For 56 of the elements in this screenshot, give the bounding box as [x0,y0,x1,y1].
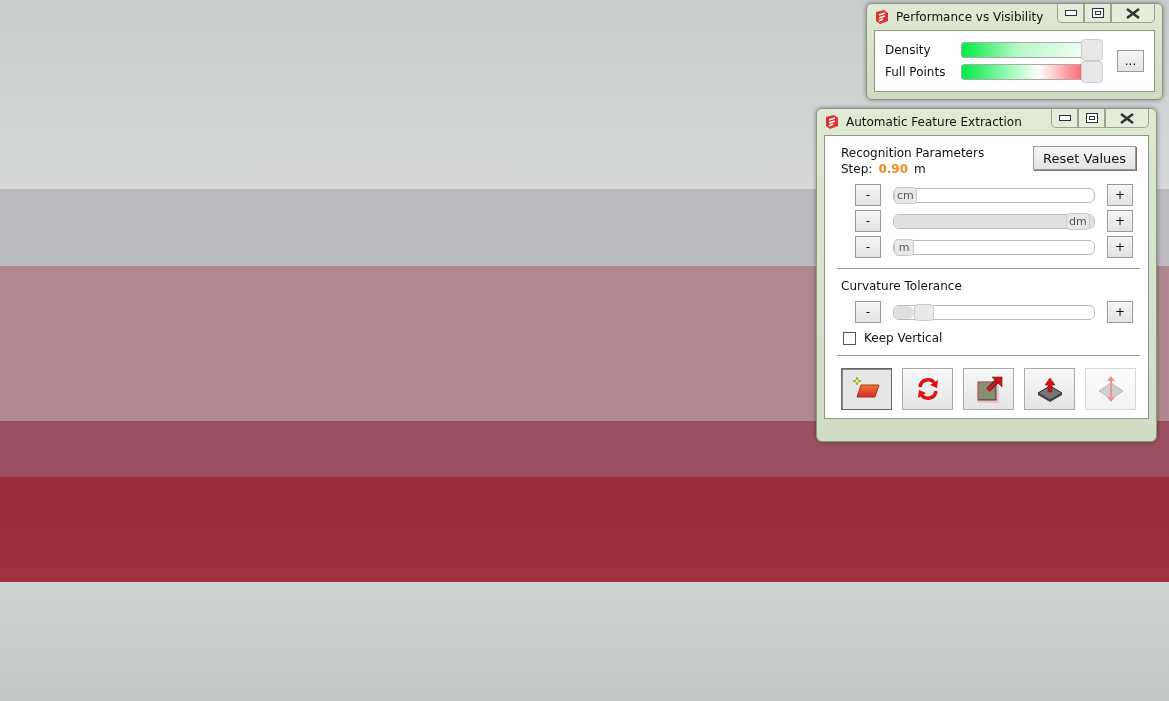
increase-button[interactable]: + [1107,184,1133,206]
close-button[interactable] [1111,4,1155,23]
section-title: Curvature Tolerance [841,279,963,293]
minimize-button[interactable] [1051,109,1078,128]
step-label: Step: [841,162,873,176]
slider-label: Density [885,43,932,57]
increase-button[interactable]: + [1107,236,1133,258]
slider-thumb[interactable]: dm [1066,212,1090,230]
restore-icon [1091,8,1104,18]
decrease-button[interactable]: - [855,301,881,323]
slider-thumb[interactable] [1081,39,1103,61]
surface-arrow-icon [1098,376,1123,402]
restore-icon [1085,113,1098,123]
slider-label: Full Points [885,65,947,79]
minimize-icon [1058,115,1071,121]
gradient-slider[interactable] [961,61,1103,83]
slider-thumb[interactable]: cm [894,186,917,204]
tool-button[interactable] [902,368,953,410]
slider-thumb[interactable] [1081,61,1103,83]
minimize-icon [1064,10,1077,16]
refresh-icon [917,378,938,400]
increase-button[interactable]: + [1107,301,1133,323]
gradient-slider[interactable] [961,39,1103,61]
slider-track[interactable]: dm [893,213,1095,229]
increase-button[interactable]: + [1107,210,1133,232]
checkbox-label: Keep Vertical [864,331,943,345]
slider-track[interactable]: cm [893,187,1095,203]
checkbox[interactable] [843,331,856,345]
more-button[interactable]: ... [1117,50,1144,72]
slider-thumb[interactable] [914,303,934,321]
slider-track[interactable]: m [893,239,1095,255]
step-unit: m [914,162,926,176]
restore-button[interactable] [1078,109,1105,128]
close-icon [1126,7,1140,19]
plane-sparkle-icon [852,376,879,398]
box-arrow-icon [977,376,1002,403]
tool-button[interactable] [841,368,892,410]
restore-button[interactable] [1084,4,1111,23]
slider-track[interactable] [893,304,1095,320]
tool-button[interactable] [963,368,1014,410]
close-button[interactable] [1105,109,1149,128]
step-value: 0.90 [878,162,908,176]
push-pull-icon [1037,377,1062,402]
section-title: Recognition Parameters [841,146,985,160]
window-title: Performance vs Visibility [896,10,1045,24]
app-logo-icon [824,114,840,130]
decrease-button[interactable]: - [855,184,881,206]
decrease-button[interactable]: - [855,210,881,232]
close-icon [1120,112,1134,124]
reset-values-button[interactable]: Reset Values [1033,146,1136,170]
minimize-button[interactable] [1057,4,1084,23]
slider-thumb[interactable]: m [894,238,914,256]
window-title: Automatic Feature Extraction [846,115,1023,129]
tool-button[interactable] [1024,368,1075,410]
decrease-button[interactable]: - [855,236,881,258]
app-logo-icon [874,9,890,25]
